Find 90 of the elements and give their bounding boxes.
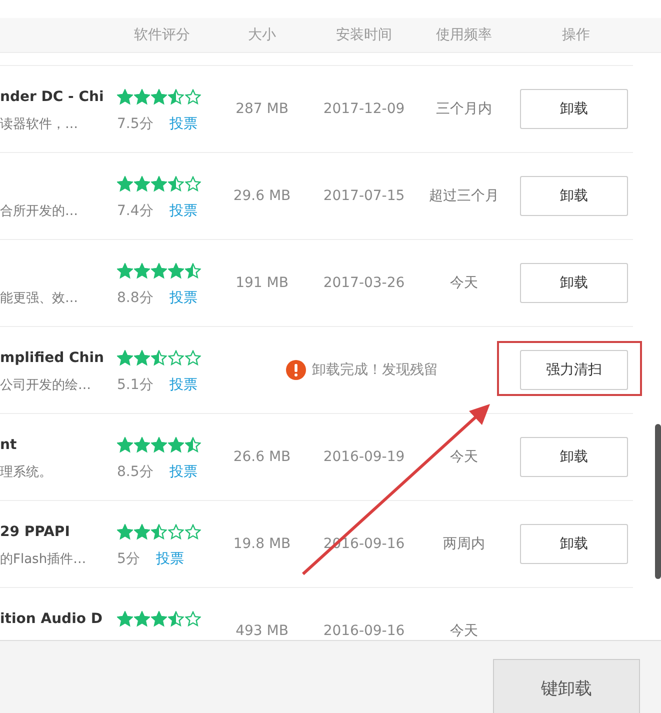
vote-link[interactable]: 投票 [169,463,198,481]
app-description: 公司开发的绘… [0,377,92,395]
star-icon [151,611,167,627]
star-icon [117,263,133,279]
star-icon [185,437,201,453]
column-header: 软件评分 [134,26,190,44]
star-icon [168,437,184,453]
star-icon [151,89,167,105]
date-cell: 2017-03-26 [323,275,405,291]
star-icon [134,524,150,540]
date-cell: 2017-07-15 [323,188,405,204]
alert-icon [286,360,306,380]
uninstall-all-button[interactable]: 键卸载 [493,659,640,713]
uninstall-button[interactable]: 卸载 [520,524,628,564]
star-icon [185,350,201,366]
size-cell: 493 MB [236,623,288,639]
star-icon [151,437,167,453]
date-cell: 2017-12-09 [323,101,405,117]
uninstall-button[interactable]: 卸载 [520,89,628,129]
column-header: 安装时间 [336,26,392,44]
app-description: 能更强、效… [0,290,79,308]
star-icon [168,89,184,105]
status-message: 卸载完成！发现残留 [312,361,438,379]
vote-link[interactable]: 投票 [169,376,198,394]
star-icon [117,176,133,192]
rating-score: 5分 [117,550,140,568]
star-icon [151,176,167,192]
star-icon [117,89,133,105]
rating-score: 8.8分 [117,289,154,307]
column-header: 操作 [562,26,590,44]
frequency-cell: 今天 [450,622,478,640]
rating-score: 7.5分 [117,115,154,133]
star-icon [185,611,201,627]
star-icon [151,524,167,540]
clean-button[interactable]: 强力清扫 [520,350,628,390]
rating-score: 5.1分 [117,376,154,394]
app-name: 29 PPAPI [0,523,71,542]
column-header: 使用频率 [436,26,492,44]
app-name: mplified Chin [0,349,105,368]
star-icon [117,437,133,453]
vote-link[interactable]: 投票 [169,202,198,220]
vote-link[interactable]: 投票 [169,115,198,133]
size-cell: 287 MB [236,101,288,117]
rating-score: 7.4分 [117,202,154,220]
star-icon [134,263,150,279]
size-cell: 19.8 MB [233,536,291,552]
app-name: nder DC - Chi [0,88,105,107]
star-icon [168,350,184,366]
frequency-cell: 超过三个月 [429,187,499,205]
vote-link[interactable]: 投票 [169,289,198,307]
rating-score: 8.5分 [117,463,154,481]
app-name: nt [0,436,18,455]
star-icon [134,176,150,192]
uninstall-button[interactable]: 卸载 [520,437,628,477]
star-icon [151,263,167,279]
frequency-cell: 两周内 [443,535,485,553]
star-icon [134,350,150,366]
vote-link[interactable]: 投票 [156,550,184,568]
app-description: 读器软件，… [0,116,79,134]
star-icon [185,524,201,540]
star-icon [134,89,150,105]
star-icon [168,263,184,279]
size-cell: 26.6 MB [233,449,291,465]
frequency-cell: 今天 [450,274,478,292]
star-icon [185,176,201,192]
date-cell: 2016-09-19 [323,449,405,465]
star-icon [151,350,167,366]
uninstall-button[interactable]: 卸载 [520,176,628,216]
star-icon [117,611,133,627]
app-description: 合所开发的… [0,203,79,221]
star-icon [168,176,184,192]
frequency-cell: 三个月内 [436,100,492,118]
star-icon [134,437,150,453]
app-description: 的Flash插件… [0,551,88,569]
date-cell: 2016-09-16 [323,623,405,639]
star-icon [117,350,133,366]
uninstall-button[interactable]: 卸载 [520,263,628,303]
star-icon [185,89,201,105]
scrollbar-thumb[interactable] [655,424,661,579]
star-icon [168,611,184,627]
app-description: 理系统。 [0,464,53,482]
app-name: ition Audio D [0,610,104,629]
size-cell: 191 MB [236,275,288,291]
star-icon [117,524,133,540]
star-icon [168,524,184,540]
size-cell: 29.6 MB [233,188,291,204]
star-icon [134,611,150,627]
star-icon [185,263,201,279]
column-header: 大小 [248,26,276,44]
frequency-cell: 今天 [450,448,478,466]
